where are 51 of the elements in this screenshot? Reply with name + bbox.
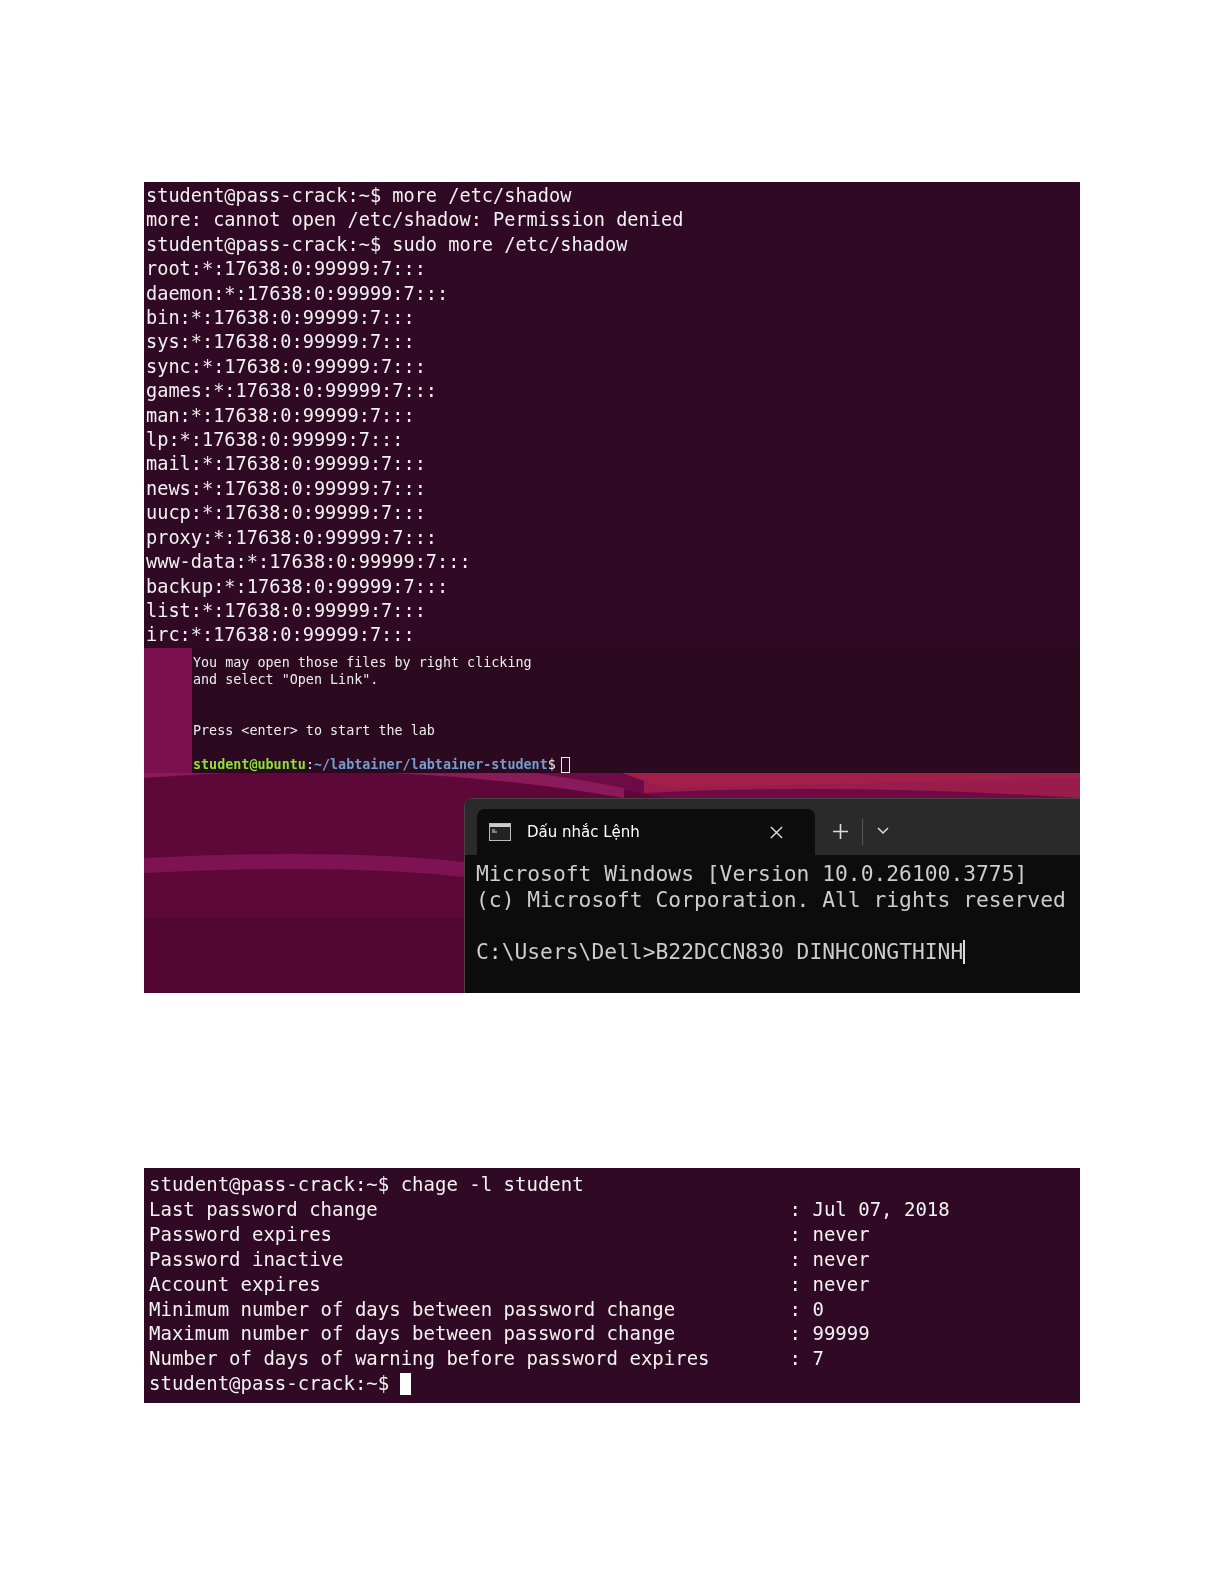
field-value: : 7 — [789, 1346, 824, 1372]
field-label: Password inactive — [149, 1246, 345, 1272]
console-input[interactable]: B22DCCN830 DINHCONGTHINH — [655, 939, 964, 965]
prompt-symbol: $ — [547, 756, 556, 773]
chevron-down-icon[interactable] — [877, 827, 889, 835]
terminal-prompt: student@pass-crack:~$ — [149, 1371, 390, 1397]
terminal-line: sync:*:17638:0:99999:7::: — [146, 354, 427, 379]
window-tab[interactable]: Dấu nhắc Lệnh — [477, 809, 815, 855]
terminal-line: irc:*:17638:0:99999:7::: — [146, 623, 416, 648]
terminal-line: Press <enter> to start the lab — [193, 723, 436, 740]
console-icon — [489, 823, 511, 841]
terminal-line: and select "Open Link". — [193, 671, 380, 688]
terminal-line: bin:*:17638:0:99999:7::: — [146, 306, 416, 331]
field-label: Maximum number of days between password change — [149, 1321, 677, 1347]
terminal-line: games:*:17638:0:99999:7::: — [146, 379, 439, 404]
terminal-line: uucp:*:17638:0:99999:7::: — [146, 501, 427, 526]
terminal-line: student@pass-crack:~$ sudo more /etc/shadow — [146, 232, 629, 257]
console-line: Microsoft Windows [Version 10.0.26100.3775] — [476, 861, 1029, 887]
console-prompt: C:\Users\Dell> — [476, 939, 656, 965]
terminal-line: student@pass-crack:~$ more /etc/shadow — [146, 184, 573, 208]
plus-icon[interactable] — [833, 824, 848, 839]
terminal-line: proxy:*:17638:0:99999:7::: — [146, 525, 439, 550]
terminal-line: list:*:17638:0:99999:7::: — [146, 598, 427, 623]
field-value: : 99999 — [789, 1321, 870, 1347]
field-label: Account expires — [149, 1271, 322, 1297]
terminal-line: student@pass-crack:~$ chage -l student — [149, 1172, 585, 1197]
field-value: : Jul 07, 2018 — [789, 1196, 950, 1222]
terminal-line: lp:*:17638:0:99999:7::: — [146, 428, 405, 453]
terminal-line: backup:*:17638:0:99999:7::: — [146, 574, 450, 599]
field-label: Password expires — [149, 1221, 334, 1247]
prompt-user: student@ubuntu — [193, 756, 306, 773]
prompt-path: ~/labtainer/labtainer-student — [313, 756, 548, 773]
field-value: : never — [789, 1246, 870, 1272]
field-value: : 0 — [789, 1296, 824, 1322]
field-label: Number of days of warning before password expires — [149, 1346, 711, 1372]
terminal-line: www-data:*:17638:0:99999:7::: — [146, 550, 472, 575]
field-label: Last password change — [149, 1196, 379, 1222]
terminal-line: You may open those files by right clicking — [193, 655, 533, 672]
terminal-line: root:*:17638:0:99999:7::: — [146, 257, 427, 282]
field-label: Minimum number of days between password change — [149, 1296, 677, 1322]
terminal-line: more: cannot open /etc/shadow: Permission denied — [146, 208, 685, 233]
close-icon[interactable] — [770, 825, 783, 839]
terminal-line: daemon:*:17638:0:99999:7::: — [146, 281, 450, 306]
prompt-separator: : — [305, 756, 314, 773]
field-value: : never — [789, 1221, 870, 1247]
terminal-line: news:*:17638:0:99999:7::: — [146, 476, 427, 501]
terminal-line: mail:*:17638:0:99999:7::: — [146, 452, 427, 477]
console-line: (c) Microsoft Corporation. All rights reserved — [476, 887, 1067, 913]
field-value: : never — [789, 1271, 870, 1297]
terminal-line: sys:*:17638:0:99999:7::: — [146, 330, 416, 355]
terminal-line: man:*:17638:0:99999:7::: — [146, 403, 416, 428]
